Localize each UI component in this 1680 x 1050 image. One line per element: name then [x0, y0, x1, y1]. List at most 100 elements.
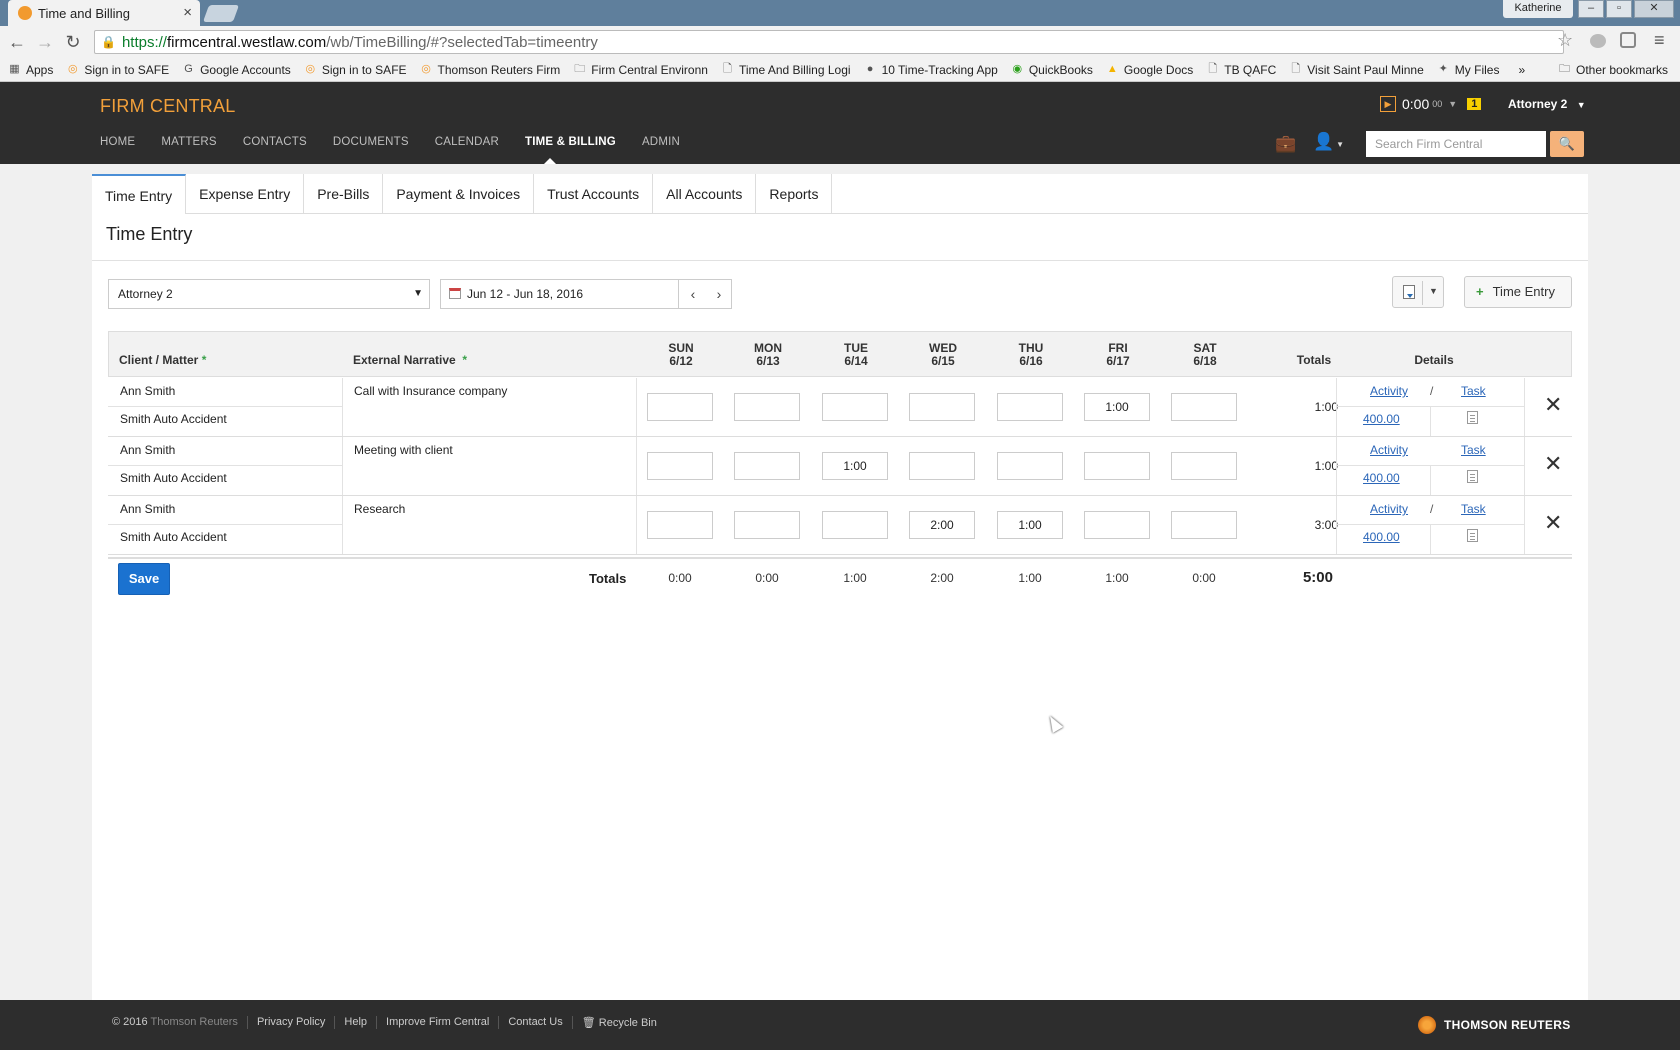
external-narrative[interactable]: Call with Insurance company: [354, 384, 507, 398]
tab-pre-bills[interactable]: Pre-Bills: [304, 174, 384, 214]
previous-week-chevron-icon[interactable]: ‹: [680, 280, 706, 308]
hours-input-sun[interactable]: [647, 511, 713, 539]
nav-matters[interactable]: MATTERS: [161, 136, 217, 148]
maximize-window-icon[interactable]: ▫: [1606, 0, 1632, 18]
bookmark-item[interactable]: 🗋 Visit Saint Paul Minne: [1289, 63, 1423, 77]
close-window-icon[interactable]: ✕: [1634, 0, 1674, 18]
rate-link[interactable]: 400.00: [1363, 471, 1400, 485]
search-input[interactable]: Search Firm Central: [1366, 131, 1546, 157]
tab-all-accounts[interactable]: All Accounts: [653, 174, 757, 214]
hours-input-tue[interactable]: [822, 393, 888, 421]
hours-input-tue[interactable]: 1:00: [822, 452, 888, 480]
bookmark-star-icon[interactable]: ☆: [1557, 30, 1573, 51]
bookmark-item[interactable]: 🗀 Firm Central Environn: [573, 63, 708, 77]
chevron-down-icon[interactable]: ▼: [1429, 286, 1438, 296]
bookmark-item[interactable]: ● 10 Time-Tracking App: [864, 63, 998, 77]
client-name[interactable]: Ann Smith: [120, 384, 175, 398]
delete-row-icon[interactable]: ✕: [1544, 392, 1562, 418]
close-tab-icon[interactable]: ×: [183, 4, 192, 21]
hours-input-mon[interactable]: [734, 511, 800, 539]
minimize-window-icon[interactable]: –: [1578, 0, 1604, 18]
footer-link-improve-firm-central[interactable]: Improve Firm Central: [376, 1016, 489, 1029]
hours-input-wed[interactable]: 2:00: [909, 511, 975, 539]
hours-input-sun[interactable]: [647, 452, 713, 480]
browser-tab[interactable]: Time and Billing ×: [8, 0, 200, 26]
activity-link[interactable]: Activity: [1370, 502, 1408, 516]
bookmark-item[interactable]: ◉ QuickBooks: [1011, 63, 1093, 77]
tab-trust-accounts[interactable]: Trust Accounts: [534, 174, 654, 214]
nav-time-billing[interactable]: TIME & BILLING: [525, 136, 616, 148]
hours-input-fri[interactable]: 1:00: [1084, 393, 1150, 421]
hours-input-sun[interactable]: [647, 393, 713, 421]
tab-reports[interactable]: Reports: [756, 174, 833, 214]
hours-input-mon[interactable]: [734, 393, 800, 421]
hours-input-thu[interactable]: 1:00: [997, 511, 1063, 539]
footer-link-privacy-policy[interactable]: Privacy Policy: [246, 1016, 325, 1029]
nav-documents[interactable]: DOCUMENTS: [333, 136, 409, 148]
user-menu[interactable]: Attorney 2 ▼: [1508, 97, 1586, 111]
tab-expense-entry[interactable]: Expense Entry: [186, 174, 305, 214]
hours-input-wed[interactable]: [909, 393, 975, 421]
search-icon[interactable]: 🔍: [1550, 131, 1584, 157]
tab-time-entry[interactable]: Time Entry: [92, 174, 187, 214]
bookmark-item[interactable]: ✦ My Files: [1437, 63, 1500, 77]
hours-input-sat[interactable]: [1171, 452, 1237, 480]
firm-central-logo[interactable]: FIRM CENTRAL: [100, 96, 235, 117]
timekeeper-select[interactable]: Attorney 2 ▼: [108, 279, 430, 309]
bookmark-item[interactable]: ▦ Apps: [8, 63, 53, 77]
export-button[interactable]: ▼: [1392, 276, 1444, 308]
delete-row-icon[interactable]: ✕: [1544, 510, 1562, 536]
task-link[interactable]: Task: [1461, 384, 1486, 398]
bookmark-item[interactable]: ▲ Google Docs: [1106, 63, 1193, 77]
hours-input-sat[interactable]: [1171, 511, 1237, 539]
note-icon[interactable]: [1467, 470, 1478, 483]
extension-box-icon[interactable]: [1620, 32, 1636, 48]
hours-input-mon[interactable]: [734, 452, 800, 480]
task-link[interactable]: Task: [1461, 502, 1486, 516]
note-icon[interactable]: [1467, 411, 1478, 424]
hours-input-thu[interactable]: [997, 452, 1063, 480]
chevron-down-icon[interactable]: ▼: [1448, 99, 1457, 109]
hours-input-wed[interactable]: [909, 452, 975, 480]
footer-link-contact-us[interactable]: Contact Us: [498, 1016, 563, 1029]
hours-input-fri[interactable]: [1084, 511, 1150, 539]
bookmark-item[interactable]: ◎ Sign in to SAFE: [304, 63, 407, 77]
play-icon[interactable]: ▶: [1380, 96, 1396, 112]
chrome-menu-icon[interactable]: ≡: [1654, 30, 1665, 51]
new-contact-icon[interactable]: 👤 ▼: [1313, 132, 1344, 152]
nav-calendar[interactable]: CALENDAR: [435, 136, 499, 148]
save-button[interactable]: Save: [118, 563, 170, 595]
activity-link[interactable]: Activity: [1370, 443, 1408, 457]
extension-icon[interactable]: [1590, 34, 1606, 48]
bookmark-item[interactable]: ◎ Sign in to SAFE: [66, 63, 169, 77]
hours-input-thu[interactable]: [997, 393, 1063, 421]
hours-input-sat[interactable]: [1171, 393, 1237, 421]
delete-row-icon[interactable]: ✕: [1544, 451, 1562, 477]
external-narrative[interactable]: Meeting with client: [354, 443, 453, 457]
next-week-chevron-icon[interactable]: ›: [706, 280, 732, 308]
note-icon[interactable]: [1467, 529, 1478, 542]
nav-admin[interactable]: ADMIN: [642, 136, 680, 148]
activity-link[interactable]: Activity: [1370, 384, 1408, 398]
nav-home[interactable]: HOME: [100, 136, 135, 148]
reload-icon[interactable]: ↻: [62, 31, 84, 53]
nav-contacts[interactable]: CONTACTS: [243, 136, 307, 148]
add-time-entry-button[interactable]: + Time Entry: [1464, 276, 1572, 308]
matter-name[interactable]: Smith Auto Accident: [120, 412, 227, 426]
task-link[interactable]: Task: [1461, 443, 1486, 457]
client-name[interactable]: Ann Smith: [120, 443, 175, 457]
hours-input-fri[interactable]: [1084, 452, 1150, 480]
footer-link-help[interactable]: Help: [334, 1016, 367, 1029]
external-narrative[interactable]: Research: [354, 502, 405, 516]
matter-name[interactable]: Smith Auto Accident: [120, 471, 227, 485]
bookmark-item[interactable]: G Google Accounts: [182, 63, 291, 77]
profile-name[interactable]: Katherine: [1503, 0, 1573, 18]
back-arrow-icon[interactable]: ←: [6, 31, 28, 53]
timer-widget[interactable]: ▶ 0:00 00 ▼ 1: [1380, 96, 1482, 112]
bookmark-item[interactable]: 🗋 TB QAFC: [1206, 63, 1276, 77]
bookmark-item[interactable]: 🗋 Time And Billing Logi: [721, 63, 851, 77]
hours-input-tue[interactable]: [822, 511, 888, 539]
new-matter-icon[interactable]: 💼: [1275, 134, 1296, 154]
client-name[interactable]: Ann Smith: [120, 502, 175, 516]
other-bookmarks[interactable]: 🗀 Other bookmarks: [1558, 63, 1668, 77]
